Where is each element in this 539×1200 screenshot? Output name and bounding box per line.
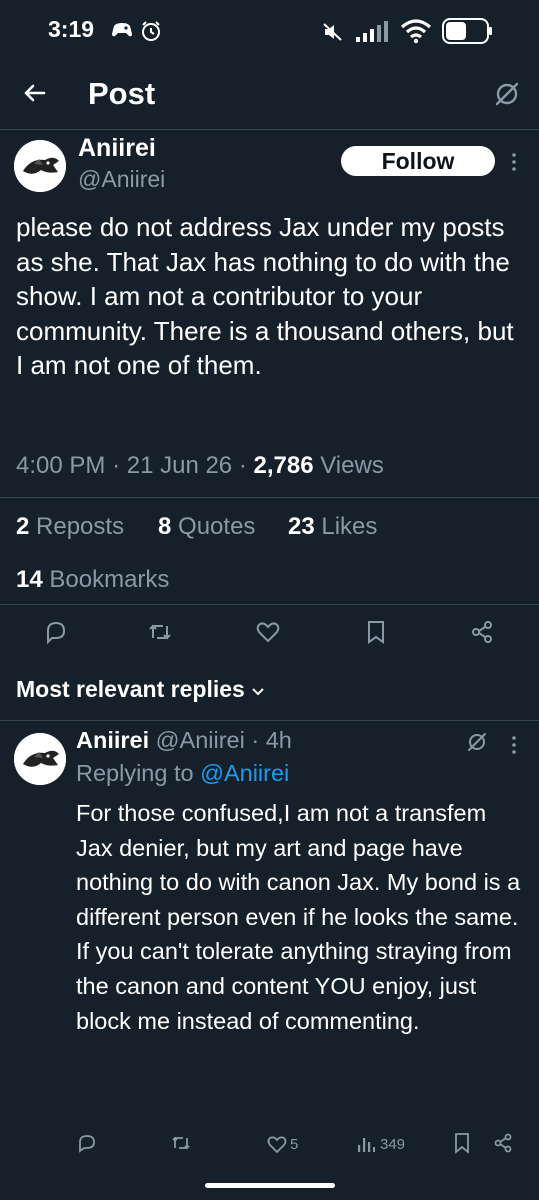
quotes-stat[interactable]: 8 Quotes	[158, 513, 255, 541]
stats-divider	[0, 604, 539, 605]
reply-author-handle[interactable]: @Aniirei	[156, 727, 245, 753]
reply-avatar[interactable]	[14, 733, 66, 785]
views-count: 2,786	[253, 452, 314, 479]
meta-divider	[0, 497, 539, 498]
more-options-icon[interactable]	[509, 733, 519, 757]
follow-button[interactable]: Follow	[341, 146, 495, 176]
mute-icon	[322, 22, 344, 47]
share-icon[interactable]	[468, 618, 496, 648]
post-avatar[interactable]	[14, 140, 66, 192]
replying-to: Replying to @Aniirei	[76, 760, 289, 787]
bookmarks-label: Bookmarks	[49, 566, 170, 593]
game-controller-icon	[110, 20, 134, 45]
reposts-stat[interactable]: 2 Reposts	[16, 513, 124, 541]
replies-section-title: Most relevant replies	[16, 676, 245, 702]
repost-icon[interactable]	[146, 618, 174, 648]
reply-icon[interactable]	[76, 1132, 98, 1159]
replies-sort-toggle[interactable]: Most relevant replies	[16, 676, 265, 703]
reply-text: For those confused,I am not a transfem J…	[76, 800, 521, 1034]
reply-separator: ·	[251, 727, 260, 753]
post-time: 4:00 PM	[16, 452, 106, 479]
likes-count: 23	[288, 513, 315, 540]
reposts-count: 2	[16, 513, 30, 540]
wifi-icon	[400, 18, 432, 49]
post-author-handle[interactable]: @Aniirei	[78, 166, 165, 193]
likes-stat[interactable]: 23 Likes	[288, 513, 377, 541]
reply-views-count: 349	[380, 1136, 406, 1153]
reply-like-count: 5	[290, 1136, 299, 1153]
grok-icon[interactable]	[466, 731, 488, 758]
meta-separator: ·	[238, 452, 247, 479]
post-date: 21 Jun 26	[126, 452, 233, 479]
replying-to-label: Replying to	[76, 760, 194, 786]
back-arrow-icon[interactable]	[20, 78, 50, 108]
replies-divider	[0, 720, 539, 721]
home-indicator[interactable]	[205, 1183, 335, 1188]
post-text: please do not address Jax under my posts…	[16, 212, 514, 380]
bookmark-icon[interactable]	[362, 618, 390, 648]
bookmarks-count: 14	[16, 566, 43, 593]
top-bar: Post	[0, 62, 539, 130]
grok-icon[interactable]	[493, 80, 521, 113]
status-bar: 3:19	[0, 0, 539, 62]
signal-icon	[356, 20, 394, 49]
quotes-count: 8	[158, 513, 172, 540]
reposts-label: Reposts	[36, 513, 125, 540]
quotes-label: Quotes	[178, 513, 256, 540]
reply-header: Aniirei @Aniirei · 4h	[76, 727, 292, 754]
header-divider	[0, 129, 539, 130]
views-icon[interactable]	[356, 1134, 376, 1159]
post-action-bar	[0, 618, 539, 652]
alarm-icon	[140, 20, 162, 47]
reply-author-name[interactable]: Aniirei	[76, 727, 149, 753]
share-icon[interactable]	[492, 1132, 514, 1159]
reply-icon[interactable]	[42, 618, 70, 648]
post-author-name[interactable]: Aniirei	[78, 134, 156, 163]
status-time: 3:19	[48, 16, 95, 42]
bookmark-icon[interactable]	[452, 1132, 472, 1159]
page-title: Post	[88, 76, 156, 111]
post-meta: 4:00 PM · 21 Jun 26 · 2,786 Views	[16, 452, 384, 480]
like-icon[interactable]	[266, 1134, 288, 1159]
likes-label: Likes	[321, 513, 378, 540]
more-options-icon[interactable]	[509, 150, 519, 174]
replying-to-handle[interactable]: @Aniirei	[200, 760, 289, 786]
meta-separator: ·	[112, 452, 121, 479]
reply-age: 4h	[265, 727, 292, 753]
repost-icon[interactable]	[170, 1132, 192, 1159]
chevron-down-icon	[251, 676, 265, 702]
battery-icon	[442, 18, 494, 49]
bookmarks-stat[interactable]: 14 Bookmarks	[16, 566, 169, 594]
views-label: Views	[320, 452, 384, 479]
like-icon[interactable]	[254, 618, 282, 648]
